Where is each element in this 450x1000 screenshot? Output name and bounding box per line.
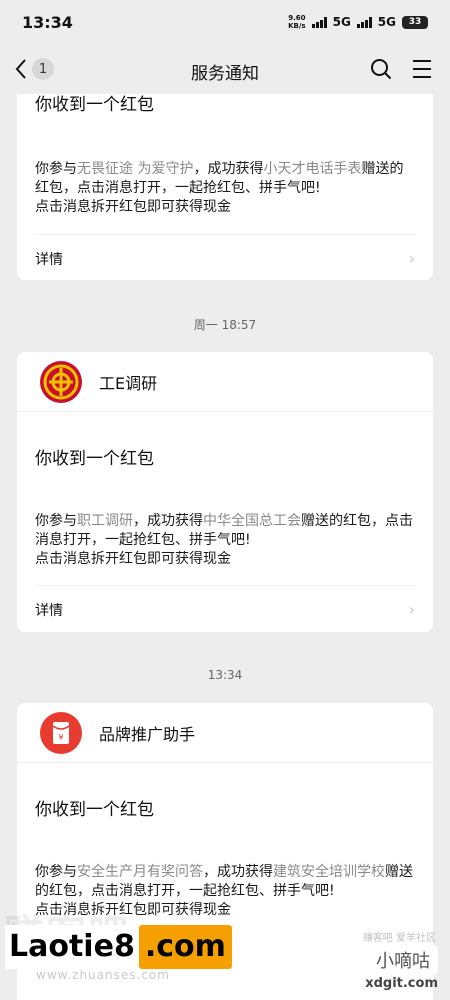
battery-icon: 33 [402, 15, 428, 29]
message-body: 你参与职工调研，成功获得中华全国总工会赠送的红包，点击消息打开，一起抢红包、拼手… [17, 512, 433, 569]
activity-link[interactable]: 无畏征途 为爱守护 [77, 161, 193, 177]
app-name: 品牌推广助手 [99, 724, 196, 744]
network-speed-unit: KB/s [288, 22, 306, 30]
details-label: 详情 [35, 602, 63, 619]
nav-bar: 1 服务通知 [0, 46, 450, 94]
sponsor-link[interactable]: 小天才电话手表 [263, 161, 361, 177]
card-header: 工E调研 [17, 352, 433, 412]
details-row[interactable]: 详情 › [35, 585, 415, 632]
timestamp-2: 13:34 [207, 668, 243, 682]
body-prefix: 你参与 [35, 161, 77, 177]
body-middle: ，成功获得 [133, 513, 203, 529]
menu-icon[interactable] [412, 58, 432, 80]
activity-link[interactable]: 职工调研 [77, 513, 133, 529]
chevron-right-icon: › [408, 249, 415, 268]
status-time: 13:34 [22, 13, 73, 32]
union-logo-icon [40, 360, 82, 403]
battery-level: 33 [408, 17, 422, 27]
body-cash-hint: 点击消息拆开红包即可获得现金 [35, 902, 231, 918]
signal-icon-2 [356, 16, 372, 28]
body-middle: ，成功获得 [193, 161, 264, 177]
app-name: 工E调研 [99, 373, 158, 393]
message-title: 你收到一个红包 [35, 800, 154, 820]
activity-link[interactable]: 安全生产月有奖问答 [77, 864, 203, 880]
svg-text:¥: ¥ [58, 733, 63, 742]
message-body: 你参与无畏征途 为爱守护，成功获得小天才电话手表赠送的红包，点击消息打开，一起抢… [17, 160, 433, 217]
signal-icon [311, 16, 327, 28]
body-prefix: 你参与 [35, 513, 77, 529]
red-packet-icon: ¥ [40, 711, 82, 754]
body-cash-hint: 点击消息拆开红包即可获得现金 [35, 199, 231, 215]
card-header: ¥ 品牌推广助手 [17, 703, 433, 763]
details-row[interactable]: 详情 › [35, 234, 415, 280]
sponsor-link[interactable]: 中华全国总工会 [203, 513, 301, 529]
status-bar: 13:34 9.60 KB/s 5G 5G 33 [0, 0, 450, 46]
timestamp-1: 周一 18:57 [193, 318, 257, 332]
message-title: 你收到一个红包 [35, 449, 154, 469]
network-speed: 9.60 KB/s [288, 14, 305, 30]
network-type-1: 5G [332, 15, 351, 29]
search-icon[interactable] [370, 58, 392, 80]
message-card-3[interactable]: ¥ 品牌推广助手 你收到一个红包 你参与安全生产月有奖问答，成功获得建筑安全培训… [17, 703, 433, 1000]
message-body: 你参与安全生产月有奖问答，成功获得建筑安全培训学校赠送的红包，点击消息打开，一起… [17, 863, 433, 920]
body-cash-hint: 点击消息拆开红包即可获得现金 [35, 551, 231, 567]
sponsor-link[interactable]: 建筑安全培训学校 [273, 864, 385, 880]
nav-actions [370, 58, 432, 80]
body-middle: ，成功获得 [203, 864, 273, 880]
message-card-1[interactable]: 你收到一个红包 你参与无畏征途 为爱守护，成功获得小天才电话手表赠送的红包，点击… [17, 94, 433, 280]
network-type-2: 5G [377, 15, 396, 29]
message-card-2[interactable]: 工E调研 你收到一个红包 你参与职工调研，成功获得中华全国总工会赠送的红包，点击… [17, 352, 433, 632]
chevron-right-icon: › [408, 600, 415, 619]
message-title: 你收到一个红包 [35, 95, 154, 115]
details-label: 详情 [35, 251, 63, 268]
status-indicators: 9.60 KB/s 5G 5G 33 [288, 14, 428, 30]
network-speed-value: 9.60 [288, 14, 306, 22]
body-prefix: 你参与 [35, 864, 77, 880]
